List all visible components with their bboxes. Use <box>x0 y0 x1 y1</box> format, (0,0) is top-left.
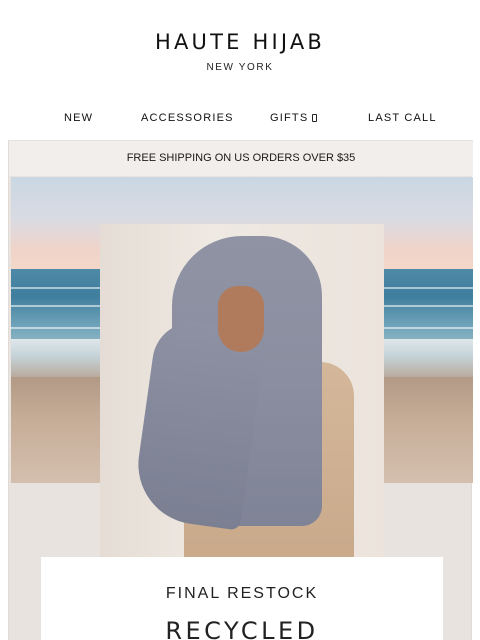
hero-title: RECYCLED <box>165 617 319 640</box>
promo-text: FREE SHIPPING ON US ORDERS OVER $35 <box>126 152 356 164</box>
brand-logo[interactable]: HAUTE HIJAB <box>0 30 480 54</box>
chevron-down-icon <box>312 114 318 122</box>
nav-item-accessories[interactable]: ACCESSORIES <box>141 112 234 124</box>
main-nav: NEW ACCESSORIES GIFTS LAST CALL <box>0 108 480 130</box>
model-photo[interactable] <box>100 224 384 557</box>
nav-item-label: NEW <box>64 112 94 124</box>
brand-location: NEW YORK <box>206 62 274 73</box>
hero-text-card[interactable]: FINAL RESTOCK RECYCLED <box>41 557 443 640</box>
model-face <box>218 286 264 352</box>
nav-item-gifts[interactable]: GIFTS <box>270 112 318 124</box>
nav-item-label: LAST CALL <box>368 112 437 124</box>
hero-frame: FREE SHIPPING ON US ORDERS OVER $35 FINA… <box>8 140 473 640</box>
nav-item-new[interactable]: NEW <box>64 112 93 124</box>
promo-banner[interactable]: FREE SHIPPING ON US ORDERS OVER $35 <box>9 140 473 176</box>
nav-item-label: GIFTS <box>270 112 309 124</box>
nav-item-last-call[interactable]: LAST CALL <box>368 112 437 124</box>
email-header: HAUTE HIJAB NEW YORK <box>0 0 480 96</box>
nav-item-label: ACCESSORIES <box>141 112 234 124</box>
hero-kicker: FINAL RESTOCK <box>165 585 319 602</box>
